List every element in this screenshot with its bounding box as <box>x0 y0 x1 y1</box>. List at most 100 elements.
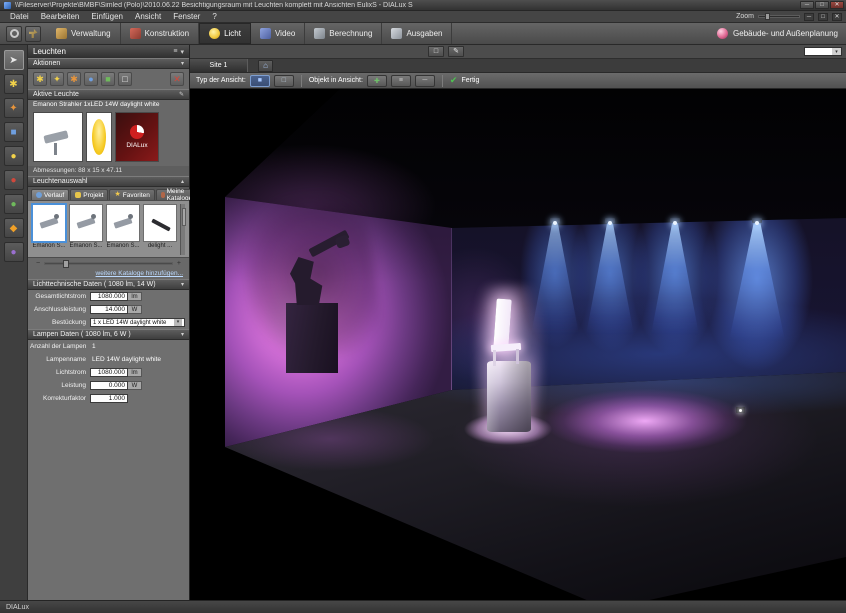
tool-scene-button[interactable]: ■ <box>3 122 24 142</box>
lamp-icon: ✱ <box>9 78 18 90</box>
child-close-button[interactable]: ✕ <box>832 12 842 21</box>
object-in-view-label: Objekt in Ansicht: <box>308 77 363 84</box>
unit-label: lm <box>128 368 142 377</box>
tool-luminaire-button[interactable]: ✱ <box>3 74 24 94</box>
tool-spotlight-button[interactable]: ✦ <box>3 98 24 118</box>
done-button[interactable]: Fertig <box>461 77 479 84</box>
zoom-in-icon[interactable]: + <box>177 260 181 267</box>
replace-luminaire-button[interactable]: ● <box>84 72 98 86</box>
view-3d-button[interactable]: ■ <box>249 74 270 87</box>
menu-fenster[interactable]: Fenster <box>167 12 206 21</box>
zoom-out-icon[interactable]: − <box>36 260 40 267</box>
list-item[interactable]: Emanon S... <box>69 204 103 255</box>
tab-berechnung[interactable]: Berechnung <box>305 23 383 44</box>
site-settings-button[interactable]: ⌂ <box>258 60 273 72</box>
thumbnail-zoom-slider[interactable] <box>44 260 173 268</box>
tool-filter-green-button[interactable]: ● <box>3 194 24 214</box>
field-leistung: Leistung 0.000 W <box>28 379 189 392</box>
tab-site-1[interactable]: Site 1 <box>190 59 248 72</box>
collapse-icon[interactable]: ▾ <box>181 331 184 338</box>
panel-title: Leuchten <box>33 47 66 56</box>
manufacturer-logo-thumbnail[interactable]: DIALux <box>115 112 159 162</box>
view-plan-button[interactable]: □ <box>273 74 294 87</box>
scale-combo[interactable]: ▾ <box>804 47 842 56</box>
tool-select-button[interactable]: ➤ <box>3 50 24 70</box>
wall-mini-luminaire-glow <box>739 409 742 412</box>
edit-icon[interactable]: ✎ <box>179 91 184 98</box>
tab-projekt[interactable]: Projekt <box>70 189 109 200</box>
section-lampen-daten[interactable]: Lampen Daten ( 1080 lm, 6 W ) ▾ <box>28 329 189 340</box>
section-aktionen[interactable]: Aktionen ▾ <box>28 58 189 69</box>
tool-filter-red-button[interactable]: ● <box>3 170 24 190</box>
section-aktive-leuchte[interactable]: Aktive Leuchte ✎ <box>28 89 189 100</box>
hammer-icon <box>28 29 38 38</box>
zoom-slider[interactable] <box>758 13 800 20</box>
menu-einfuegen[interactable]: Einfügen <box>85 12 129 21</box>
tool-colour-button[interactable]: ● <box>3 242 24 262</box>
history-icon <box>36 192 42 198</box>
object-list-button[interactable]: ≡ <box>390 74 411 87</box>
lichtstrom-input[interactable]: 1080.000 <box>90 368 128 377</box>
list-item[interactable]: delight ... <box>143 204 177 255</box>
tab-licht[interactable]: Licht <box>199 23 251 44</box>
settings-button[interactable] <box>6 25 22 42</box>
list-item[interactable]: Emanon S... <box>31 203 67 255</box>
collapse-icon[interactable]: ▾ <box>181 281 184 288</box>
remove-object-button[interactable]: ─ <box>414 74 435 87</box>
minimize-button[interactable]: ─ <box>800 1 814 9</box>
tab-ausgaben[interactable]: Ausgaben <box>382 23 453 44</box>
view-tabs-row: Site 1 ⌂ <box>190 59 846 73</box>
menu-bearbeiten[interactable]: Bearbeiten <box>35 12 86 21</box>
tab-konstruktion[interactable]: Konstruktion <box>121 23 200 44</box>
tools-button[interactable] <box>25 25 41 42</box>
thumbnail-zoom-handle[interactable] <box>63 260 70 268</box>
anschlussleistung-input[interactable]: 14.000 <box>90 305 128 314</box>
tab-verwaltung[interactable]: Verwaltung <box>47 23 121 44</box>
light-distribution-thumbnail[interactable] <box>86 112 112 162</box>
catalog-icon <box>160 192 165 198</box>
collapse-icon[interactable]: ▴ <box>181 178 184 185</box>
copy-button[interactable]: □ <box>118 72 132 86</box>
menu-ansicht[interactable]: Ansicht <box>129 12 167 21</box>
menu-hilfe[interactable]: ? <box>206 12 222 21</box>
zoom-slider-handle[interactable] <box>765 13 770 20</box>
menu-datei[interactable]: Datei <box>4 12 35 21</box>
separator <box>441 74 443 87</box>
tool-bulb-button[interactable]: ● <box>3 146 24 166</box>
render-viewport[interactable] <box>190 89 846 600</box>
bestueckung-dropdown[interactable]: 1 x LED 14W daylight white ▾ <box>90 318 185 327</box>
page-layout-button[interactable]: □ <box>428 46 444 57</box>
edit-view-button[interactable]: ✎ <box>448 46 464 57</box>
field-arrangement-button[interactable]: ✱ <box>67 72 81 86</box>
close-button[interactable]: ✕ <box>830 1 844 9</box>
panel-collapse-icon[interactable]: ▾ <box>180 48 184 56</box>
group-button[interactable]: ■ <box>101 72 115 86</box>
delete-button[interactable]: ✕ <box>170 72 184 86</box>
field-bestueckung: Bestückung 1 x LED 14W daylight white ▾ <box>28 316 189 329</box>
more-catalogs-link[interactable]: weitere Kataloge hinzufügen... <box>96 270 183 277</box>
add-object-button[interactable]: ✚ <box>366 74 387 87</box>
building-planning-label[interactable]: Gebäude- und Außenplanung <box>733 29 838 38</box>
unit-label: W <box>128 381 142 390</box>
list-scrollbar[interactable] <box>180 204 186 255</box>
child-minimize-button[interactable]: ─ <box>804 12 814 21</box>
luminaire-photo-thumbnail[interactable] <box>33 112 83 162</box>
arrange-luminaires-button[interactable]: ✦ <box>50 72 64 86</box>
tab-verlauf[interactable]: Verlauf <box>31 189 70 200</box>
child-restore-button[interactable]: □ <box>818 12 828 21</box>
korrekturfaktor-input[interactable]: 1.000 <box>90 394 128 403</box>
section-licht-daten[interactable]: Lichttechnische Daten ( 1080 lm, 14 W) ▾ <box>28 279 189 290</box>
leistung-input[interactable]: 0.000 <box>90 381 128 390</box>
section-leuchtenauswahl[interactable]: Leuchtenauswahl ▴ <box>28 176 189 187</box>
tool-energy-button[interactable]: ◆ <box>3 218 24 238</box>
gesamtlichtstrom-input[interactable]: 1080.000 <box>90 292 128 301</box>
licht-icon <box>209 28 221 39</box>
maximize-button[interactable]: □ <box>815 1 829 9</box>
tab-video[interactable]: Video <box>251 23 306 44</box>
unit-label: lm <box>128 292 142 301</box>
panel-menu-icon[interactable]: ≡ <box>173 48 177 56</box>
place-luminaire-button[interactable]: ✱ <box>33 72 47 86</box>
tab-favoriten[interactable]: ★ Favoriten <box>109 189 155 200</box>
collapse-icon[interactable]: ▾ <box>181 60 184 67</box>
list-item[interactable]: Emanon S... <box>106 204 140 255</box>
